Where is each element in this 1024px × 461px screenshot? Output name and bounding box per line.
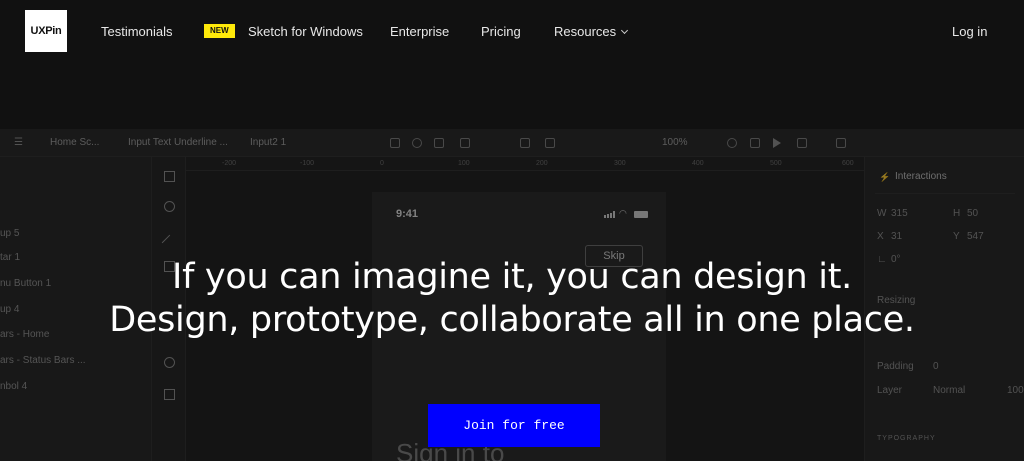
layer-item: ars - Status Bars ... — [0, 355, 86, 366]
code-icon — [434, 138, 444, 148]
menu-icon: ☰ — [14, 137, 23, 148]
share-icon — [797, 138, 807, 148]
layout-icon — [460, 138, 470, 148]
field-value: 547 — [967, 231, 984, 242]
layer-label: Layer — [877, 385, 903, 396]
ruler-tick: -100 — [300, 160, 315, 167]
signal-icon — [613, 211, 615, 218]
nav-resources-label: Resources — [554, 24, 617, 39]
layer-value: Normal — [933, 385, 966, 396]
breadcrumb-3: Input2 1 — [250, 137, 287, 148]
hero-backdrop — [0, 64, 1024, 129]
top-nav: UXPin Testimonials NEW Sketch for Window… — [0, 0, 1024, 64]
uxpin-logo[interactable]: UXPin — [25, 10, 67, 52]
ruler-tick: 600 — [842, 160, 854, 167]
headline-line-1: If you can imagine it, you can design it… — [172, 257, 852, 297]
padding-value: 0 — [933, 361, 939, 372]
component-icon — [520, 138, 530, 148]
copy-icon — [545, 138, 555, 148]
ruler-tick: 0 — [380, 160, 384, 167]
ruler-tick: 500 — [770, 160, 782, 167]
zoom-level: 100% — [662, 137, 688, 148]
field-value: 50 — [967, 208, 979, 219]
interactions-tab: Interactions — [895, 171, 947, 182]
breadcrumb-1: Home Sc... — [50, 137, 100, 148]
preview-icon — [727, 138, 737, 148]
nav-resources[interactable]: Resources — [554, 24, 629, 39]
editor-toolbar: ☰ Home Sc... Input Text Underline ... In… — [0, 129, 1024, 157]
join-for-free-button[interactable]: Join for free — [428, 404, 600, 447]
field-value: 315 — [891, 208, 908, 219]
ruler-tick: 100 — [458, 160, 470, 167]
headline-line-2: Design, prototype, collaborate all in on… — [109, 300, 915, 340]
field-label: X — [877, 231, 884, 242]
battery-icon — [634, 211, 648, 218]
ruler-tick: -200 — [222, 160, 237, 167]
padding-label: Padding — [877, 361, 914, 372]
wifi-icon: ◠ — [619, 208, 627, 218]
nav-pricing[interactable]: Pricing — [481, 24, 521, 39]
flow-icon — [836, 138, 846, 148]
field-value: 31 — [891, 231, 903, 242]
layer-item: nbol 4 — [0, 381, 28, 392]
field-label: Y — [953, 231, 960, 242]
line-tool-icon — [161, 234, 178, 251]
lock-icon — [164, 357, 175, 368]
signal-icon — [607, 214, 609, 218]
field-label: H — [953, 208, 961, 219]
ellipse-tool-icon — [164, 201, 175, 212]
ruler-tick: 400 — [692, 160, 704, 167]
breadcrumb-2: Input Text Underline ... — [128, 137, 228, 148]
frame-icon — [164, 389, 175, 400]
typography-heading: TYPOGRAPHY — [877, 435, 936, 442]
ruler-tick: 300 — [614, 160, 626, 167]
image-icon — [390, 138, 400, 148]
nav-enterprise[interactable]: Enterprise — [390, 24, 449, 39]
signal-icon — [604, 215, 606, 218]
device-icon — [750, 138, 760, 148]
chevron-down-icon — [621, 26, 629, 35]
new-badge: NEW — [204, 24, 235, 38]
divider — [875, 193, 1015, 194]
horizontal-ruler: -200 -100 0 100 200 300 400 500 600 — [186, 157, 864, 171]
ruler-tick: 200 — [536, 160, 548, 167]
signal-icon — [610, 213, 612, 218]
lightning-icon: ⚡ — [879, 172, 891, 182]
layer-item: up 5 — [0, 228, 20, 239]
settings-icon — [412, 138, 422, 148]
login-link[interactable]: Log in — [952, 24, 987, 39]
nav-sketch-for-windows[interactable]: Sketch for Windows — [248, 24, 363, 39]
phone-status-icons: ◠ — [604, 208, 650, 218]
field-label: W — [877, 208, 887, 219]
hero-headline: If you can imagine it, you can design it… — [0, 256, 1024, 342]
play-icon — [773, 138, 781, 148]
opacity-value: 100 — [1007, 385, 1024, 396]
nav-testimonials[interactable]: Testimonials — [101, 24, 173, 39]
phone-time: 9:41 — [396, 208, 419, 220]
rectangle-tool-icon — [164, 171, 175, 182]
